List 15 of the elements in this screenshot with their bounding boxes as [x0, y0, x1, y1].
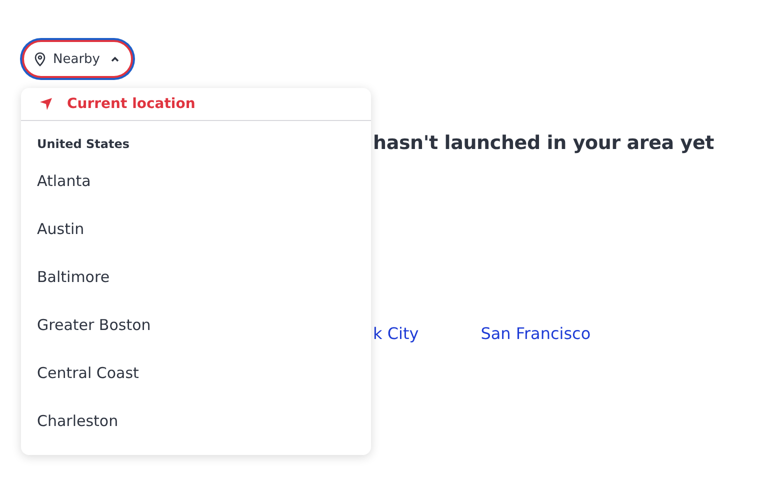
city-option[interactable]: Baltimore [21, 253, 371, 301]
group-heading: United States [36, 136, 131, 153]
location-pin-icon [34, 52, 46, 66]
current-location-option[interactable]: Current location [21, 88, 371, 121]
heading: hasn't launched in your area yet [373, 132, 716, 154]
city-option[interactable]: Central Coast [21, 349, 371, 397]
city-link[interactable]: k City [373, 324, 419, 343]
city-option[interactable]: Austin [21, 205, 371, 253]
navigation-arrow-icon [39, 97, 53, 111]
caret-icon [110, 56, 119, 62]
location-button[interactable]: Nearby [22, 40, 133, 78]
city-link[interactable]: San Francisco [480, 324, 591, 343]
city-option[interactable]: Charleston [21, 397, 371, 445]
city-option[interactable]: Atlanta [21, 157, 371, 205]
city-option[interactable]: Greater Boston [21, 301, 371, 349]
